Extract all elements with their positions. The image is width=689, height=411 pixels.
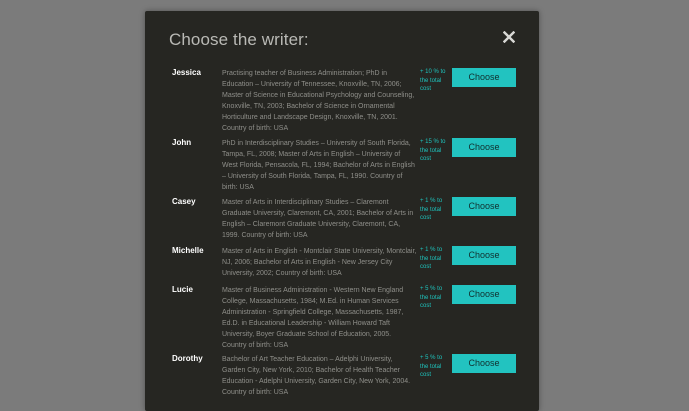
writer-fee: + 5 % to the total cost [420,286,443,309]
writer-name: Jessica [172,68,201,77]
writer-name: Michelle [172,246,204,255]
writer-description: Practising teacher of Business Administr… [222,70,415,132]
writer-name: John [172,138,192,147]
choose-button-john[interactable]: Choose [452,138,516,157]
choose-writer-modal: Choose the writer: Jessica Practising te… [145,11,539,411]
writer-fee: + 5 % to the total cost [420,355,443,378]
choose-button-casey[interactable]: Choose [452,197,516,216]
writer-description: Master of Arts in English - Montclair St… [222,248,417,277]
writer-name: Casey [172,197,196,206]
writer-description: PhD in Interdisciplinary Studies – Unive… [222,140,415,191]
modal-title: Choose the writer: [169,30,309,49]
choose-button-jessica[interactable]: Choose [452,68,516,87]
writer-name: Lucie [172,285,193,294]
writer-fee: + 10 % to the total cost [420,69,446,92]
writer-name: Dorothy [172,354,203,363]
writer-fee: + 1 % to the total cost [420,198,443,221]
writer-description: Bachelor of Art Teacher Education – Adel… [222,356,411,396]
writer-description: Master of Arts in Interdisciplinary Stud… [222,199,414,239]
writer-fee: + 1 % to the total cost [420,247,443,270]
writer-fee: + 15 % to the total cost [420,139,446,162]
choose-button-lucie[interactable]: Choose [452,285,516,304]
writer-description: Master of Business Administration - West… [222,287,404,349]
choose-button-michelle[interactable]: Choose [452,246,516,265]
close-icon[interactable] [503,31,517,45]
choose-button-dorothy[interactable]: Choose [452,354,516,373]
